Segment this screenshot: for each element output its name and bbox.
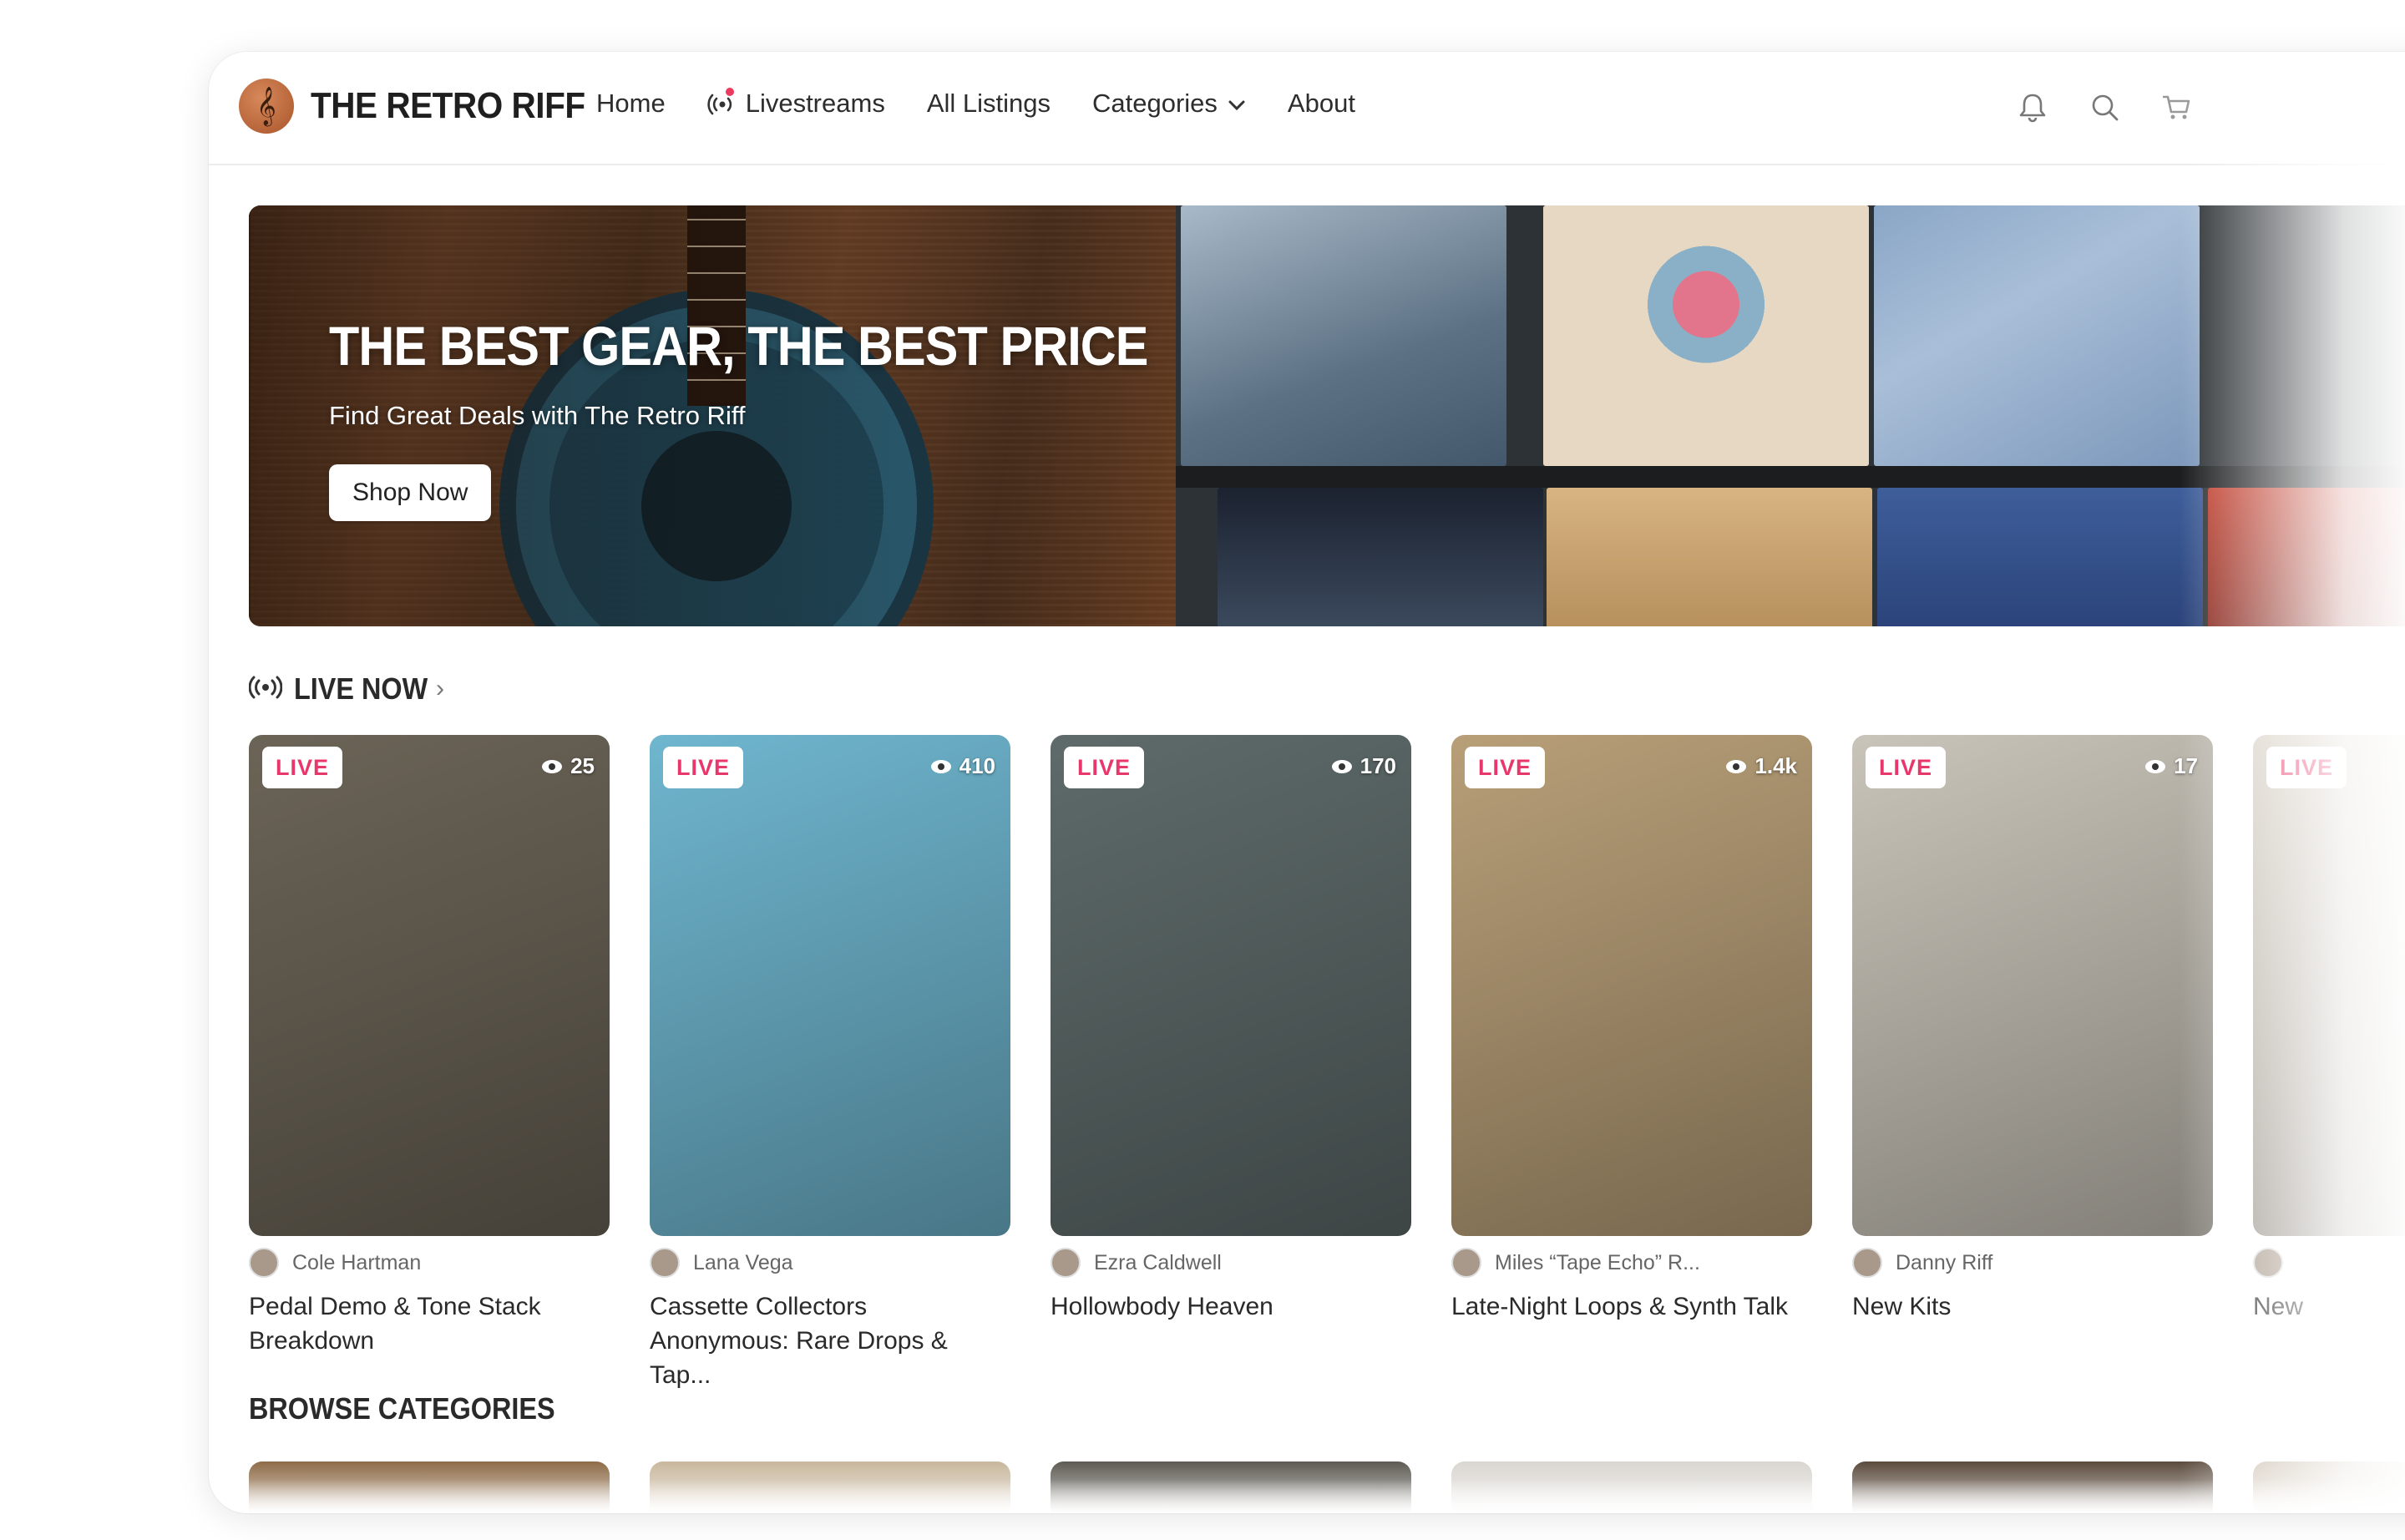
host-name: Ezra Caldwell [1094,1250,1222,1274]
stream-host[interactable]: Danny Riff [1852,1248,2213,1278]
chevron-right-icon[interactable]: › [436,675,444,703]
live-now-heading[interactable]: LIVE NOW › [248,671,444,707]
stream-thumbnail[interactable]: LIVE 170 [1051,735,1411,1236]
nav-home[interactable]: Home [596,89,666,119]
avatar [650,1248,680,1278]
chevron-down-icon [1228,94,1246,116]
app-window: 𝄞 THE RETRO RIFF Home Livestreams All Li… [209,52,2405,1513]
viewer-count: 25 [542,753,595,779]
avatar [1852,1248,1882,1278]
shop-now-button[interactable]: Shop Now [329,464,492,521]
nav-livestreams[interactable]: Livestreams [707,88,885,119]
stream-host[interactable] [2253,1248,2405,1278]
stream-thumbnail[interactable]: LIVE 410 [650,735,1010,1236]
live-stream-card[interactable]: LIVE 25 Cole Hartman Pedal Demo & Tone Stac… [249,735,610,1358]
host-name: Danny Riff [1896,1250,1993,1274]
eye-icon [930,759,951,773]
eye-icon [542,759,563,773]
category-tile[interactable] [1051,1461,1411,1513]
live-stream-card[interactable]: LIVE 170 Ezra Caldwell Hollowbody Heaven [1051,735,1411,1324]
viewer-count: 170 [1331,753,1396,779]
avatar [249,1248,279,1278]
header-actions [2013,87,2228,127]
avatar [1451,1248,1481,1278]
nav-categories[interactable]: Categories [1092,89,1246,119]
stream-title[interactable]: Pedal Demo & Tone Stack Breakdown [249,1289,610,1358]
live-badge: LIVE [1064,747,1145,788]
broadcast-icon [248,675,283,704]
nav-all-listings[interactable]: All Listings [927,89,1051,119]
category-tile[interactable] [1451,1461,1812,1513]
stream-host[interactable]: Lana Vega [650,1248,1010,1278]
host-name: Cole Hartman [292,1250,422,1274]
viewer-count-value: 410 [959,753,995,778]
live-stream-card[interactable]: LIVE New [2253,735,2405,1324]
live-now-title: LIVE NOW [294,671,428,706]
stream-title[interactable]: Hollowbody Heaven [1051,1289,1411,1324]
eye-icon [2145,759,2166,773]
broadcast-icon [707,88,737,116]
live-stream-card[interactable]: LIVE 1.4k Miles “Tape Echo” R... Late-Night… [1451,735,1812,1324]
main-nav: Home Livestreams All Listings Categories [596,88,1397,119]
nav-about[interactable]: About [1288,89,1355,119]
stream-host[interactable]: Miles “Tape Echo” R... [1451,1248,1812,1278]
live-badge: LIVE [1465,747,1546,788]
top-nav-bar: 𝄞 THE RETRO RIFF Home Livestreams All Li… [209,52,2405,165]
live-badge: LIVE [2266,747,2347,788]
viewer-count-value: 1.4k [1754,753,1797,778]
stream-title[interactable]: Late-Night Loops & Synth Talk [1451,1289,1812,1324]
eye-icon [1726,759,1747,773]
stream-host[interactable]: Ezra Caldwell [1051,1248,1411,1278]
live-badge: LIVE [1866,747,1947,788]
search-icon[interactable] [2084,87,2124,127]
cart-icon[interactable] [2156,87,2196,127]
live-stream-card[interactable]: LIVE 17 Danny Riff New Kits [1852,735,2213,1324]
viewer-count-value: 25 [570,753,595,778]
viewer-count: 1.4k [1726,753,1797,779]
browse-categories-heading: BROWSE CATEGORIES [249,1391,589,1426]
hero-image-records [1176,205,2405,626]
hero-banner[interactable]: THE BEST GEAR, THE BEST PRICE Find Great… [249,205,2405,626]
avatar [2253,1248,2283,1278]
category-tile[interactable] [650,1461,1010,1513]
logo-icon[interactable]: 𝄞 [239,79,294,134]
avatar [1051,1248,1081,1278]
stream-title[interactable]: New [2253,1289,2405,1324]
stream-thumbnail[interactable]: LIVE 17 [1852,735,2213,1236]
hero-subtitle: Find Great Deals with The Retro Riff [329,401,746,430]
stream-title[interactable]: Cassette Collectors Anonymous: Rare Drop… [650,1289,1010,1392]
stream-thumbnail[interactable]: LIVE 25 [249,735,610,1236]
viewer-count-value: 17 [2174,753,2198,778]
host-name: Miles “Tape Echo” R... [1495,1250,1700,1274]
live-badge: LIVE [262,747,343,788]
browse-categories-title: BROWSE CATEGORIES [249,1391,555,1426]
category-tiles [249,1461,2405,1513]
category-tile[interactable] [1852,1461,2213,1513]
category-tile[interactable] [2253,1461,2405,1513]
host-name: Lana Vega [693,1250,793,1274]
bell-icon[interactable] [2013,87,2053,127]
stream-host[interactable]: Cole Hartman [249,1248,610,1278]
viewer-count: 17 [2145,753,2198,779]
eye-icon [1331,759,1352,773]
viewer-count-value: 170 [1359,753,1396,778]
live-stream-list: LIVE 25 Cole Hartman Pedal Demo & Tone Stac… [249,735,2405,1389]
viewer-count: 410 [930,753,995,779]
live-stream-card[interactable]: LIVE 410 Lana Vega Cassette Collectors Anon… [650,735,1010,1392]
brand-name[interactable]: THE RETRO RIFF [311,85,585,127]
stream-title[interactable]: New Kits [1852,1289,2213,1324]
stream-thumbnail[interactable]: LIVE 1.4k [1451,735,1812,1236]
live-badge: LIVE [663,747,744,788]
hero-title: THE BEST GEAR, THE BEST PRICE [329,315,1148,377]
category-tile[interactable] [249,1461,610,1513]
stream-thumbnail[interactable]: LIVE [2253,735,2405,1236]
